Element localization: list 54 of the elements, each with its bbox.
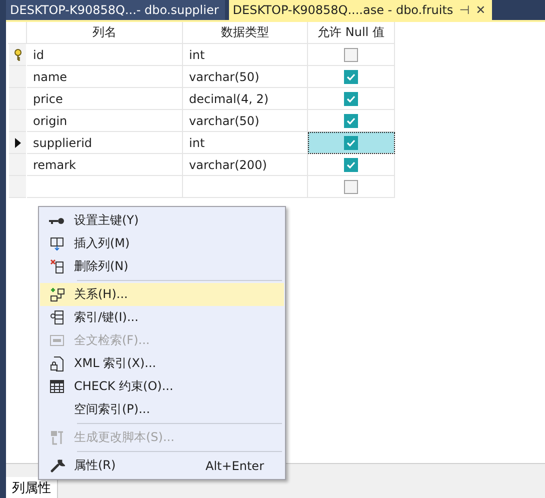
table-cell: price — [27, 88, 183, 110]
column-header: 数据类型 — [183, 22, 308, 44]
checkmark-icon — [346, 160, 356, 170]
menu-item[interactable]: 插入列(M) — [40, 232, 284, 255]
properties-tab[interactable]: 列属性 — [6, 477, 58, 498]
table-cell: supplierid — [27, 132, 183, 154]
key-icon — [14, 48, 22, 60]
document-lock-icon — [50, 356, 64, 372]
checkbox[interactable] — [344, 114, 358, 128]
wrench-icon — [50, 458, 64, 473]
menu-item[interactable]: XML 索引(X)... — [40, 352, 284, 375]
table-cell: int — [183, 44, 308, 66]
checkmark-icon — [346, 72, 356, 82]
menu-item[interactable]: CHECK 约束(O)... — [40, 375, 284, 398]
menu-item[interactable]: 删除列(N) — [40, 255, 284, 278]
menu-item[interactable]: 索引/键(I)... — [40, 306, 284, 329]
key-icon — [49, 216, 65, 224]
document-tab[interactable]: DESKTOP-K90858Q...- dbo.supplier — [6, 0, 225, 20]
checkbox[interactable] — [344, 158, 358, 172]
row-selector[interactable] — [9, 44, 26, 66]
checkbox[interactable] — [344, 136, 358, 150]
close-button[interactable]: ✕ — [476, 3, 486, 17]
delete-column-icon — [50, 259, 64, 274]
checkmark-icon — [346, 116, 356, 126]
menu-item[interactable]: 属性(R) Alt+Enter — [40, 454, 284, 477]
document-tab[interactable]: DESKTOP-K90858Q....ase - dbo.fruits ⊣ ✕ — [228, 0, 492, 20]
menu-item[interactable]: 空间索引(P)... — [40, 398, 284, 421]
column-header: 允许 Null 值 — [308, 22, 395, 44]
index-icon — [50, 310, 64, 325]
pin-button[interactable]: ⊣ — [459, 3, 470, 17]
relationship-icon — [50, 287, 64, 302]
script-icon — [50, 430, 64, 445]
checkbox[interactable] — [344, 70, 358, 84]
current-row-icon — [14, 138, 20, 148]
menu-item[interactable]: 关系(H)... — [40, 283, 284, 306]
checkbox[interactable] — [344, 48, 358, 62]
column-header: 列名 — [27, 22, 183, 44]
table-icon — [50, 380, 64, 393]
checkmark-icon — [346, 94, 356, 104]
table-cell: id — [27, 44, 183, 66]
insert-column-icon — [50, 236, 64, 250]
table-cell: remark — [27, 154, 183, 176]
menu-item[interactable]: 设置主键(Y) — [40, 209, 284, 232]
table-cell: varchar(200) — [183, 154, 308, 176]
checkbox[interactable] — [344, 180, 358, 194]
table-cell: varchar(50) — [183, 66, 308, 88]
table-cell: varchar(50) — [183, 110, 308, 132]
checkbox[interactable] — [344, 92, 358, 106]
text-box-icon — [50, 335, 64, 346]
table-cell: name — [27, 66, 183, 88]
table-cell: decimal(4, 2) — [183, 88, 308, 110]
row-selector[interactable] — [9, 132, 26, 154]
checkmark-icon — [346, 138, 356, 148]
table-cell: origin — [27, 110, 183, 132]
